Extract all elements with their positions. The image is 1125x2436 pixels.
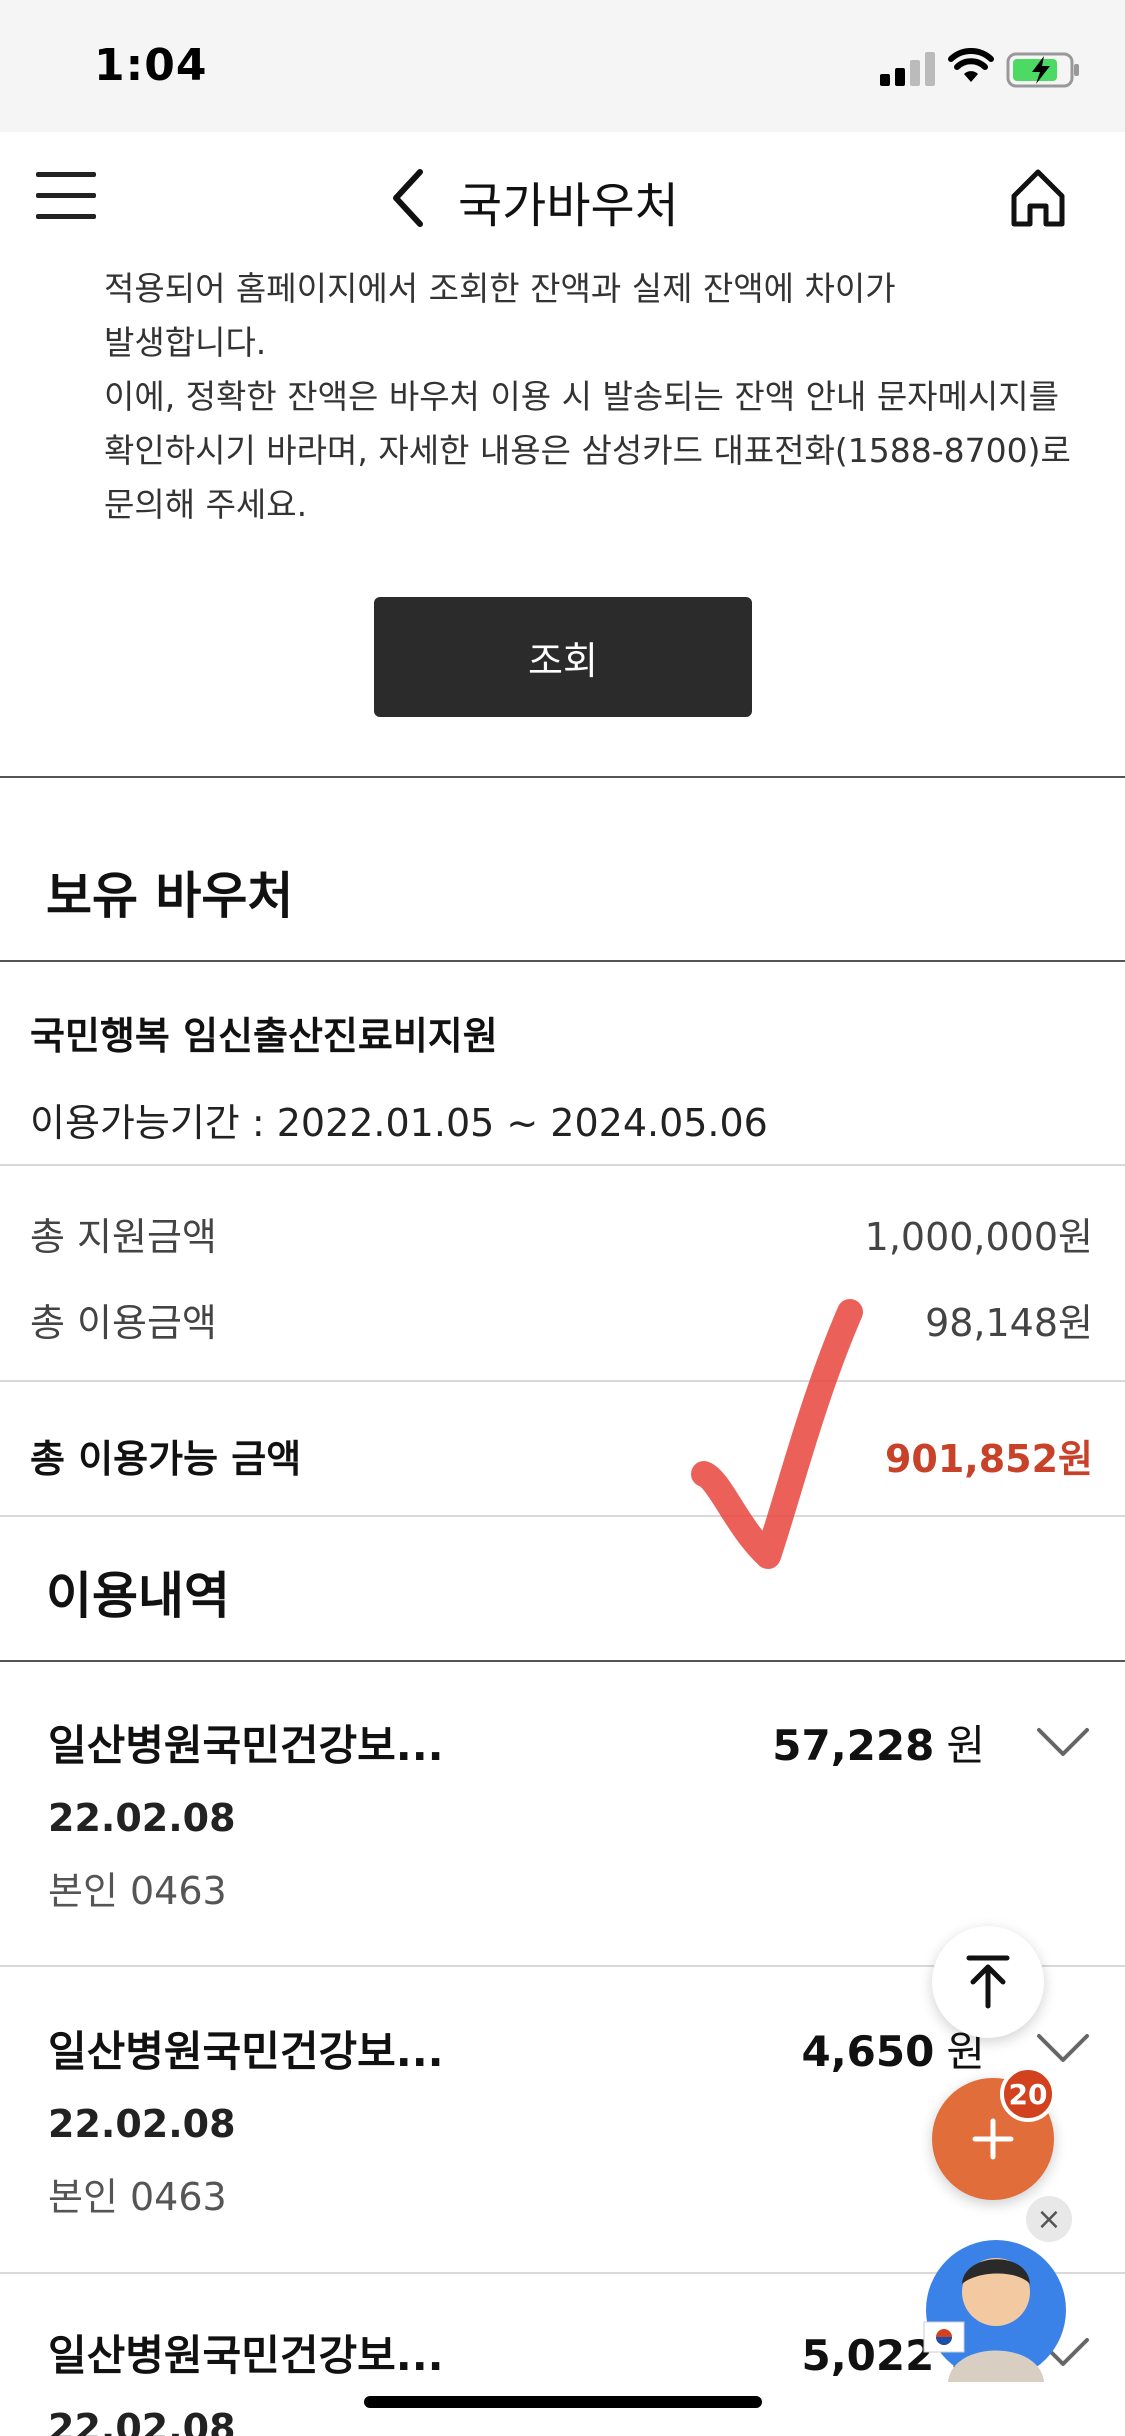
signal-icon xyxy=(880,52,936,86)
row-divider xyxy=(0,1164,1125,1166)
voucher-period: 이용가능기간 : 2022.01.05 ~ 2024.05.06 xyxy=(30,1101,768,1145)
total-support-value: 1,000,000원 xyxy=(864,1215,1093,1259)
card-info: 본인 0463 xyxy=(48,1869,227,1913)
app-header: 국가바우처 xyxy=(0,132,1125,262)
status-time: 1:04 xyxy=(94,40,208,91)
total-used-value: 98,148원 xyxy=(925,1301,1093,1345)
notification-badge: 20 xyxy=(1000,2066,1056,2122)
transaction-date: 22.02.08 xyxy=(48,1796,236,1840)
plus-icon xyxy=(972,2118,1014,2160)
notice-line: 발생합니다. xyxy=(104,323,267,362)
back-chevron-icon[interactable] xyxy=(384,166,434,230)
merchant-name: 일산병원국민건강보... xyxy=(48,2331,444,2380)
chevron-down-icon[interactable] xyxy=(1035,1726,1091,1760)
menu-icon[interactable] xyxy=(36,172,96,220)
section-divider xyxy=(0,1660,1125,1662)
balance-notice: 적용되어 홈페이지에서 조회한 잔액과 실제 잔액에 차이가 발생합니다. 이에… xyxy=(104,262,1094,532)
battery-icon xyxy=(1006,52,1079,88)
total-used-label: 총 이용금액 xyxy=(30,1301,217,1345)
section-divider xyxy=(0,960,1125,962)
merchant-name: 일산병원국민건강보... xyxy=(48,1721,444,1770)
amount-value: 57,228 xyxy=(772,1721,935,1770)
card-info: 본인 0463 xyxy=(48,2175,227,2219)
section-divider xyxy=(0,776,1125,778)
notice-line: 확인하시기 바라며, 자세한 내용은 삼성카드 대표전화(1588-8700)로 xyxy=(104,431,1071,470)
amount-unit: 원 xyxy=(946,1721,985,1770)
scroll-to-top-button[interactable] xyxy=(932,1926,1044,2038)
merchant-name: 일산병원국민건강보... xyxy=(48,2027,444,2076)
home-icon[interactable] xyxy=(1006,166,1070,230)
home-indicator xyxy=(364,2396,762,2408)
search-button[interactable]: 조회 xyxy=(374,597,752,717)
amount-value: 4,650 xyxy=(801,2027,935,2076)
row-divider xyxy=(0,1380,1125,1382)
wifi-icon xyxy=(948,48,994,82)
chevron-down-icon[interactable] xyxy=(1035,2032,1091,2066)
notice-line: 이에, 정확한 잔액은 바우처 이용 시 발송되는 잔액 안내 문자메시지를 xyxy=(104,377,1059,416)
checkmark-annotation xyxy=(691,1299,863,1569)
notice-line: 문의해 주세요. xyxy=(104,485,308,524)
transaction-amount: 57,228 원 xyxy=(772,1712,985,1773)
status-bar: 1:04 xyxy=(0,0,1125,132)
amount-value: 5,022 xyxy=(801,2331,935,2380)
arrow-up-icon xyxy=(966,1955,1010,2009)
notice-line: 적용되어 홈페이지에서 조회한 잔액과 실제 잔액에 차이가 xyxy=(104,269,896,308)
assistant-avatar[interactable] xyxy=(918,2222,1068,2382)
voucher-name: 국민행복 임신출산진료비지원 xyxy=(30,1014,498,1058)
page-title: 국가바우처 xyxy=(458,178,679,234)
history-title: 이용내역 xyxy=(46,1567,230,1625)
total-support-label: 총 지원금액 xyxy=(30,1215,217,1259)
available-value: 901,852원 xyxy=(884,1437,1093,1481)
row-divider xyxy=(0,1515,1125,1517)
transaction-date: 22.02.08 xyxy=(48,2406,236,2436)
holdings-title: 보유 바우처 xyxy=(46,867,294,925)
transaction-date: 22.02.08 xyxy=(48,2102,236,2146)
available-label: 총 이용가능 금액 xyxy=(30,1437,302,1481)
